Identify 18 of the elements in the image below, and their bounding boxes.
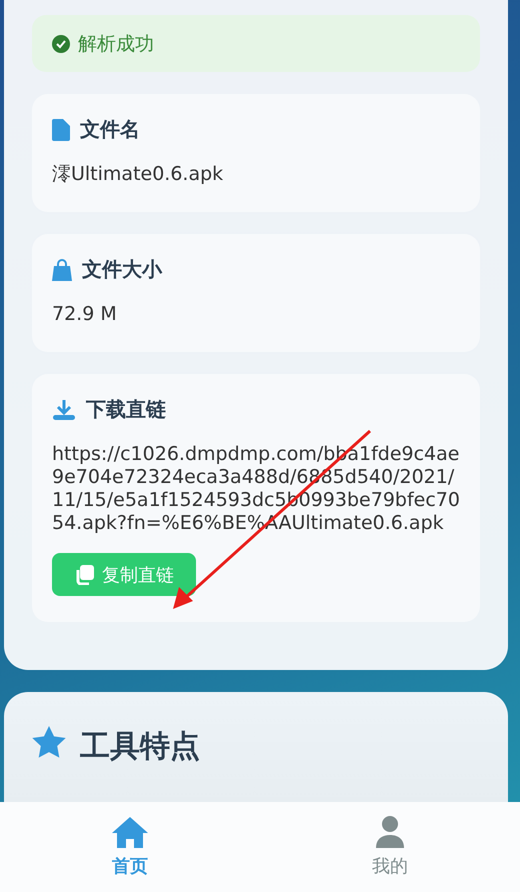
home-icon xyxy=(112,816,148,848)
copy-link-button[interactable]: 复制直链 xyxy=(52,553,196,596)
copy-icon xyxy=(74,564,94,584)
section-title: 工具特点 xyxy=(80,728,200,766)
star-icon xyxy=(32,726,66,758)
download-icon xyxy=(52,398,76,420)
bag-icon xyxy=(52,258,72,280)
check-circle-icon xyxy=(52,34,70,52)
card-title: 文件大小 xyxy=(82,256,162,283)
success-text: 解析成功 xyxy=(78,32,154,56)
card-value: 72.9 M xyxy=(52,303,118,326)
card-value: 澪Ultimate0.6.apk xyxy=(52,163,224,186)
user-icon xyxy=(376,816,404,848)
card-title: 文件名 xyxy=(80,116,140,143)
nav-tab[interactable]: 我的 xyxy=(260,802,520,892)
nav-tab[interactable]: 首页 xyxy=(0,802,260,892)
document-icon xyxy=(52,118,70,140)
card-title: 下载直链 xyxy=(86,396,166,423)
